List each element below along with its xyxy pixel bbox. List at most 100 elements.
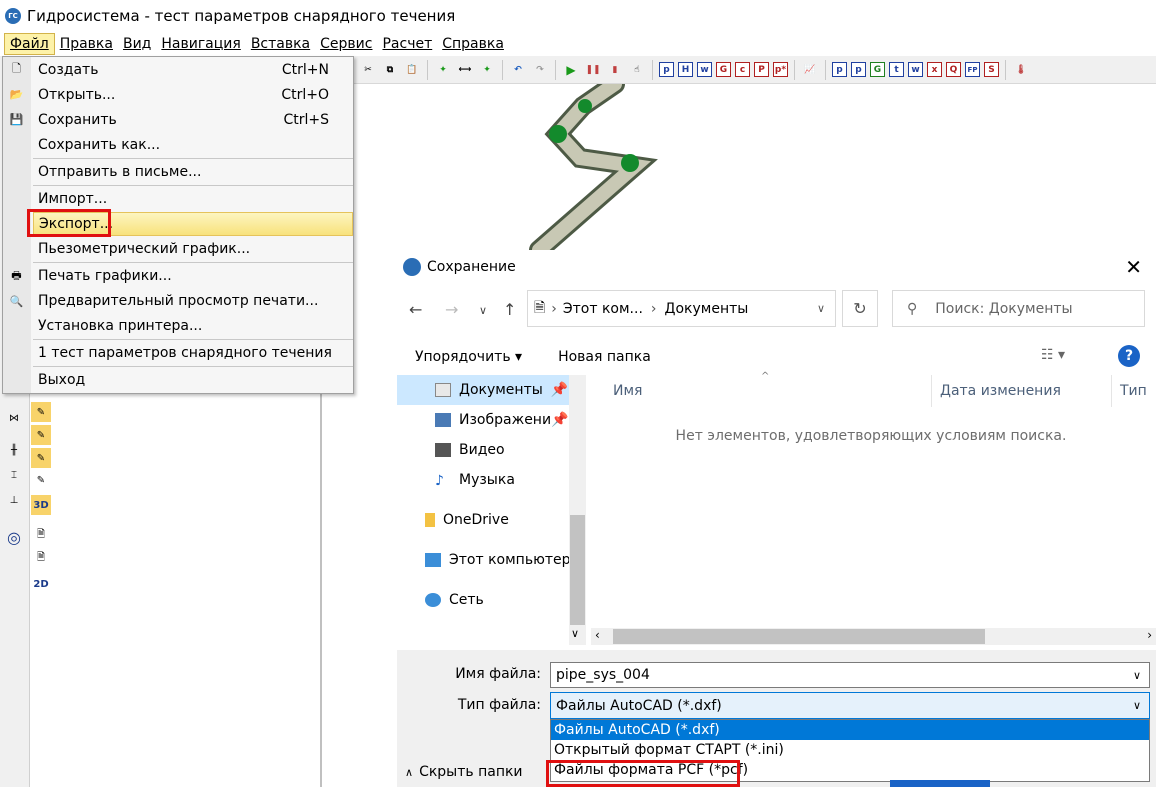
table-g-icon[interactable]: G (870, 62, 885, 77)
help-icon[interactable]: ? (1118, 345, 1140, 367)
scroll-right-icon[interactable]: › (1147, 628, 1152, 642)
hand-icon[interactable]: ☝ (628, 61, 646, 79)
doc-refresh-icon[interactable]: 🗎 (31, 548, 51, 568)
menu-item-recent-file[interactable]: 1 тест параметров снарядного течения (33, 341, 353, 365)
table-s-icon[interactable]: S (984, 62, 999, 77)
connect-icon[interactable]: ⟷ (456, 61, 474, 79)
menu-item-create[interactable]: Создать Ctrl+N (33, 58, 353, 82)
recent-locations-icon[interactable]: ∨ (479, 304, 487, 317)
report-c-icon[interactable]: c (735, 62, 750, 77)
valve-icon[interactable]: ⋈ (4, 408, 24, 428)
chevron-down-icon[interactable]: ∨ (1133, 699, 1141, 712)
tool-d-icon[interactable]: ✎ (31, 470, 51, 490)
wand-icon[interactable]: ✦ (434, 61, 452, 79)
panel-divider[interactable] (320, 390, 322, 787)
hide-folders-button[interactable]: ∧ Скрыть папки (405, 764, 523, 780)
menu-item-save[interactable]: Сохранить Ctrl+S (33, 108, 353, 132)
nav-item-music[interactable]: ♪ Музыка (435, 467, 515, 493)
pause-icon[interactable]: ❚❚ (584, 61, 602, 79)
menu-item-print-preview[interactable]: Предварительный просмотр печати... (33, 289, 353, 313)
menu-view[interactable]: Вид (118, 33, 156, 55)
tool-b-icon[interactable]: ✎ (31, 425, 51, 445)
wand2-icon[interactable]: ✦ (478, 61, 496, 79)
chart-icon[interactable]: 📈 (801, 61, 819, 79)
filename-input[interactable]: pipe_sys_004 ∨ (550, 662, 1150, 688)
view-options-icon[interactable]: ☷ ▾ (1041, 347, 1065, 363)
table-w-icon[interactable]: w (908, 62, 923, 77)
thermometer-icon[interactable]: 🌡 (1012, 61, 1030, 79)
menu-item-print[interactable]: Печать графики... (33, 264, 353, 288)
column-type[interactable]: Тип (1120, 383, 1147, 399)
report-p-icon[interactable]: p (659, 62, 674, 77)
report-w-icon[interactable]: w (697, 62, 712, 77)
search-input[interactable]: ⚲ Поиск: Документы (892, 290, 1145, 327)
table-p-icon[interactable]: p (832, 62, 847, 77)
nav-item-network[interactable]: Сеть (425, 587, 484, 613)
report-g-icon[interactable]: G (716, 62, 731, 77)
menu-item-send-mail[interactable]: Отправить в письме... (33, 160, 353, 184)
doc-icon[interactable]: 🗎 (31, 525, 51, 545)
table-p2-icon[interactable]: p (851, 62, 866, 77)
menu-help[interactable]: Справка (437, 33, 509, 55)
menu-navigation[interactable]: Навигация (156, 33, 245, 55)
filetype-option-ini[interactable]: Открытый формат СТАРТ (*.ini) (551, 740, 1149, 760)
breadcrumb-documents[interactable]: Документы (665, 301, 749, 317)
chevron-down-icon[interactable]: ∨ (1133, 669, 1141, 682)
copy-icon[interactable]: ⧉ (381, 61, 399, 79)
menu-item-open[interactable]: Открыть... Ctrl+O (33, 83, 353, 107)
paste-icon[interactable]: 📋 (403, 61, 421, 79)
play-icon[interactable]: ▶ (562, 61, 580, 79)
tool-c-icon[interactable]: ✎ (31, 448, 51, 468)
cut-icon[interactable]: ✂ (359, 61, 377, 79)
column-name[interactable]: Имя (613, 383, 642, 399)
menu-file[interactable]: Файл (4, 33, 55, 55)
nav-item-images[interactable]: Изображени 📌 (435, 407, 569, 433)
menu-item-printer-setup[interactable]: Установка принтера... (33, 314, 353, 338)
nav-item-onedrive[interactable]: OneDrive (425, 507, 509, 533)
menu-item-piezometric[interactable]: Пьезометрический график... (33, 237, 353, 261)
menu-item-save-as[interactable]: Сохранить как... (33, 133, 353, 157)
address-bar[interactable]: 🗎 › Этот ком... › Документы ∨ (527, 290, 836, 327)
refresh-button[interactable]: ↻ (842, 290, 878, 327)
nav-scrollbar-thumb[interactable] (570, 515, 585, 625)
close-icon[interactable]: ✕ (1125, 255, 1142, 279)
back-icon[interactable]: ← (409, 300, 422, 319)
pump-icon[interactable]: ╫ (4, 440, 24, 460)
filetype-select[interactable]: Файлы AutoCAD (*.dxf) ∨ (550, 692, 1150, 719)
table-fp-icon[interactable]: FP (965, 62, 980, 77)
horizontal-scrollbar[interactable]: ‹ › (591, 628, 1156, 645)
chevron-down-icon[interactable]: ∨ (817, 302, 825, 315)
menu-edit[interactable]: Правка (55, 33, 118, 55)
view-2d-icon[interactable]: 2D (31, 574, 51, 594)
menu-insert[interactable]: Вставка (246, 33, 315, 55)
view-3d-icon[interactable]: 3D (31, 495, 51, 515)
menu-calculation[interactable]: Расчет (377, 33, 437, 55)
scroll-left-icon[interactable]: ‹ (595, 628, 600, 642)
forward-icon[interactable]: → (445, 300, 458, 319)
up-icon[interactable]: ↑ (503, 300, 516, 319)
table-t-icon[interactable]: t (889, 62, 904, 77)
pipe-support-icon[interactable]: ⊥ (4, 490, 24, 510)
nav-item-documents[interactable]: Документы 📌 (435, 377, 568, 403)
save-button-edge[interactable] (890, 780, 990, 787)
support-icon[interactable]: ⌶ (4, 465, 24, 485)
stop-icon[interactable]: ▮ (606, 61, 624, 79)
table-q-icon[interactable]: Q (946, 62, 961, 77)
report-h-icon[interactable]: H (678, 62, 693, 77)
filetype-option-dxf[interactable]: Файлы AutoCAD (*.dxf) (551, 720, 1149, 740)
table-x-icon[interactable]: x (927, 62, 942, 77)
menu-item-import[interactable]: Импорт... (33, 187, 353, 211)
menu-service[interactable]: Сервис (315, 33, 377, 55)
new-folder-button[interactable]: Новая папка (558, 349, 651, 365)
horizontal-scrollbar-thumb[interactable] (613, 629, 985, 644)
nav-item-this-pc[interactable]: Этот компьютер (425, 547, 571, 573)
report-pp-icon[interactable]: P (754, 62, 769, 77)
undo-icon[interactable]: ↶ (509, 61, 527, 79)
scroll-down-icon[interactable]: ∨ (571, 627, 579, 640)
column-date[interactable]: Дата изменения (940, 383, 1061, 399)
tool-a-icon[interactable]: ✎ (31, 402, 51, 422)
nav-item-video[interactable]: Видео (435, 437, 505, 463)
menu-item-exit[interactable]: Выход (33, 368, 353, 392)
breadcrumb-computer[interactable]: Этот ком... (563, 301, 643, 317)
organize-button[interactable]: Упорядочить ▾ (415, 349, 522, 365)
